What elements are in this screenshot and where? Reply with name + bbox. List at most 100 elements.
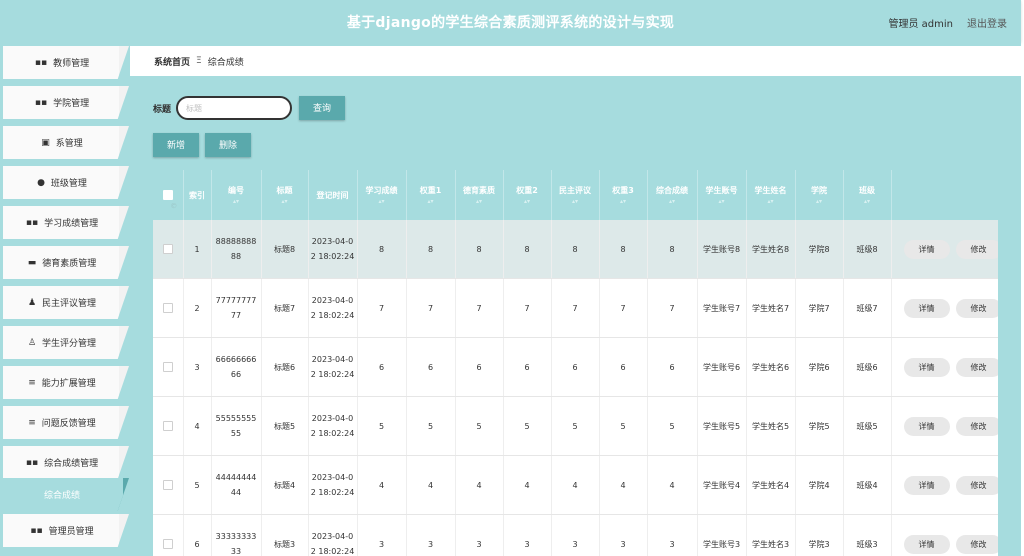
cell-clazz: 班级5 <box>843 396 892 456</box>
sort-arrows-icon[interactable]: ▴▾ <box>796 198 843 205</box>
column-header[interactable]: 学习成绩 ▴▾ <box>357 170 407 220</box>
sort-arrows-icon[interactable]: ▴▾ <box>358 198 406 205</box>
sidebar-item-7[interactable]: ♙ 学生评分管理 <box>3 326 129 359</box>
sort-arrows-icon[interactable]: ▴▾ <box>698 198 746 205</box>
table-row[interactable]: 6 3333333333 标题3 2023-04-02 18:02:24 3 3 3 3 3 3 3… <box>153 514 998 556</box>
cell-clazz: 班级6 <box>843 337 892 397</box>
search-button[interactable]: 查询 <box>299 96 346 120</box>
column-header-label: 权重2 <box>516 186 538 195</box>
detail-button[interactable]: 详情 <box>903 357 950 377</box>
sidebar-item-0[interactable]: ▪▪ 教师管理 <box>3 46 129 79</box>
column-header[interactable]: 权重2 ▴▾ <box>503 170 552 220</box>
sidebar-item-6[interactable]: ♟ 民主评议管理 <box>3 286 129 319</box>
cell-w3: 3 <box>599 514 648 556</box>
sidebar-item-content: ▪▪ 学习成绩管理 <box>3 206 121 239</box>
edit-button[interactable]: 修改 <box>955 475 998 495</box>
cell-w3: 5 <box>599 396 648 456</box>
cell-demo: 3 <box>551 514 600 556</box>
cell-w3: 8 <box>599 220 648 279</box>
cell-total: 6 <box>647 337 698 397</box>
sidebar-item-content: ▣ 系管理 <box>3 126 121 159</box>
sort-arrows-icon[interactable]: ▴▾ <box>747 198 795 205</box>
sidebar-item-8[interactable]: ≡ 能力扩展管理 <box>3 366 129 399</box>
table-row[interactable]: 4 5555555555 标题5 2023-04-02 18:02:24 5 5 5 5 5 5 5… <box>153 396 998 456</box>
grid-icon: ▪▪ <box>25 457 39 468</box>
cell-college: 学院7 <box>795 278 844 338</box>
breadcrumb-home[interactable]: 系统首页 <box>154 55 190 68</box>
search-input[interactable] <box>176 96 293 120</box>
row-checkbox[interactable] <box>162 539 173 549</box>
logout-link[interactable]: 退出登录 <box>967 15 1007 30</box>
row-checkbox[interactable] <box>162 244 173 254</box>
row-checkbox[interactable] <box>162 303 173 313</box>
column-header[interactable]: 学院 ▴▾ <box>795 170 844 220</box>
cell-clazz: 班级7 <box>843 278 892 338</box>
sort-arrows-icon[interactable]: ▴▾ <box>407 198 455 205</box>
sort-arrows-icon[interactable]: ▴▾ <box>504 198 551 205</box>
detail-button[interactable]: 详情 <box>903 475 950 495</box>
sort-arrows-icon[interactable]: ▴▾ <box>648 198 697 205</box>
add-button[interactable]: 新增 <box>153 133 199 157</box>
sort-arrows-icon[interactable]: ▴▾ <box>262 198 308 205</box>
row-select-cell <box>153 278 184 338</box>
cell-time: 2023-04-02 18:02:24 <box>308 514 358 556</box>
column-header[interactable]: 民主评议 ▴▾ <box>551 170 600 220</box>
sidebar-item-10[interactable]: ▪▪ 综合成绩管理 <box>3 446 129 479</box>
sidebar-item-2[interactable]: ▣ 系管理 <box>3 126 129 159</box>
sort-arrows-icon[interactable]: ▴▾ <box>552 198 599 205</box>
row-checkbox[interactable] <box>162 480 173 490</box>
detail-button[interactable]: 详情 <box>903 298 950 318</box>
cell-index: 4 <box>183 396 212 456</box>
detail-button[interactable]: 详情 <box>903 416 950 436</box>
column-header[interactable]: 标题 ▴▾ <box>261 170 309 220</box>
detail-button[interactable]: 详情 <box>903 534 950 554</box>
sidebar-item-9[interactable]: ≡ 问题反馈管理 <box>3 406 129 439</box>
edit-button[interactable]: 修改 <box>955 534 998 554</box>
data-table-container: 索引 编号 ▴▾ 标题 ▴▾ 登记时间 学习成绩 ▴▾ 权重1 ▴▾ 德育素质 ▴▾ 权重2 ▴▾ 民主评议… <box>153 170 998 556</box>
column-header[interactable]: 德育素质 ▴▾ <box>455 170 504 220</box>
column-header-label: 权重1 <box>419 186 442 195</box>
sort-arrows-icon[interactable]: ▴▾ <box>212 198 261 205</box>
sidebar-item-12[interactable]: ▪▪ 管理员管理 <box>3 514 129 547</box>
row-select-cell <box>153 514 184 556</box>
column-header[interactable]: 权重3 ▴▾ <box>599 170 648 220</box>
cell-index: 5 <box>183 455 212 515</box>
sidebar-item-4[interactable]: ▪▪ 学习成绩管理 <box>3 206 129 239</box>
row-actions-cell: 详情 修改 <box>891 396 998 456</box>
sort-arrows-icon[interactable]: ▴▾ <box>844 198 891 205</box>
edit-button[interactable]: 修改 <box>955 298 998 318</box>
select-all-checkbox[interactable] <box>162 190 173 200</box>
cell-moral: 5 <box>455 396 504 456</box>
column-header[interactable]: 班级 ▴▾ <box>843 170 892 220</box>
delete-button[interactable]: 删除 <box>205 133 251 157</box>
sidebar-item-1[interactable]: ▪▪ 学院管理 <box>3 86 129 119</box>
edit-button[interactable]: 修改 <box>955 357 998 377</box>
cell-title: 标题4 <box>261 455 309 515</box>
column-header[interactable]: 权重1 ▴▾ <box>406 170 456 220</box>
sort-arrows-icon[interactable]: ▴▾ <box>600 198 647 205</box>
edit-button[interactable]: 修改 <box>955 416 998 436</box>
row-checkbox[interactable] <box>162 362 173 372</box>
top-header: 基于django的学生综合素质测评系统的设计与实现 管理员 admin 退出登录 <box>0 0 1021 42</box>
column-header[interactable]: 编号 ▴▾ <box>211 170 262 220</box>
sidebar-item-5[interactable]: ▬ 德育素质管理 <box>3 246 129 279</box>
cell-name: 学生姓名8 <box>746 220 796 279</box>
cell-demo: 8 <box>551 220 600 279</box>
table-row[interactable]: 5 4444444444 标题4 2023-04-02 18:02:24 4 4 4 4 4 4 4… <box>153 455 998 515</box>
column-header[interactable]: 学生姓名 ▴▾ <box>746 170 796 220</box>
table-row[interactable]: 3 6666666666 标题6 2023-04-02 18:02:24 6 6 6 6 6 6 6… <box>153 337 998 397</box>
column-header[interactable]: 学生账号 ▴▾ <box>697 170 747 220</box>
cell-name: 学生姓名5 <box>746 396 796 456</box>
cell-w3: 7 <box>599 278 648 338</box>
sort-arrows-icon[interactable]: ▴▾ <box>456 198 503 205</box>
table-row[interactable]: 2 7777777777 标题7 2023-04-02 18:02:24 7 7 7 7 7 7 7… <box>153 278 998 338</box>
detail-button[interactable]: 详情 <box>903 239 950 259</box>
table-row[interactable]: 1 8888888888 标题8 2023-04-02 18:02:24 8 8 8 8 8 8 8… <box>153 220 998 279</box>
column-header[interactable]: 综合成绩 ▴▾ <box>647 170 698 220</box>
row-checkbox[interactable] <box>162 421 173 431</box>
edit-button[interactable]: 修改 <box>955 239 998 259</box>
row-actions-cell: 详情 修改 <box>891 455 998 515</box>
column-header-label: 学习成绩 <box>365 186 398 195</box>
sidebar-item-11[interactable]: 综合成绩 <box>3 478 129 511</box>
sidebar-item-3[interactable]: ● 班级管理 <box>3 166 129 199</box>
